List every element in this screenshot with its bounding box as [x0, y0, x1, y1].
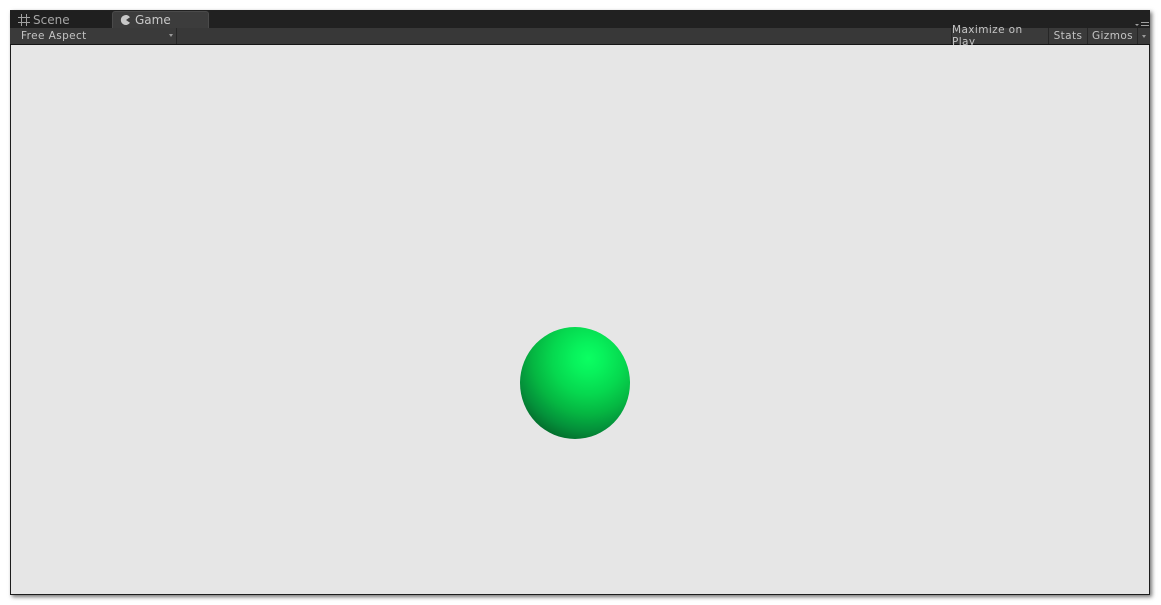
tab-scene[interactable]: Scene	[10, 11, 110, 28]
stats-toggle[interactable]: Stats	[1048, 28, 1087, 44]
gizmos-dropdown-button[interactable]	[1137, 28, 1149, 44]
gizmos-toggle[interactable]: Gizmos	[1087, 28, 1137, 44]
aspect-dropdown[interactable]: Free Aspect	[10, 28, 177, 44]
tab-game-label: Game	[135, 13, 171, 27]
chevron-down-icon	[1141, 34, 1146, 38]
panel-menu-icon[interactable]	[1135, 16, 1149, 29]
green-sphere	[520, 327, 630, 439]
gizmos-label: Gizmos	[1091, 30, 1134, 42]
stats-label: Stats	[1053, 30, 1083, 42]
chevron-down-icon	[169, 34, 173, 37]
scene-grid-icon	[18, 13, 30, 26]
game-view-window: Scene Game Free Aspect Maximize on Play …	[10, 10, 1150, 595]
game-toolbar: Free Aspect Maximize on Play Stats Gizmo…	[10, 24, 1150, 48]
game-pacman-icon	[120, 14, 132, 26]
tab-scene-label: Scene	[33, 12, 70, 27]
game-viewport[interactable]	[11, 45, 1149, 594]
maximize-on-play-toggle[interactable]: Maximize on Play	[951, 24, 1048, 48]
tab-game[interactable]: Game	[112, 11, 209, 28]
aspect-dropdown-label: Free Aspect	[21, 30, 87, 42]
